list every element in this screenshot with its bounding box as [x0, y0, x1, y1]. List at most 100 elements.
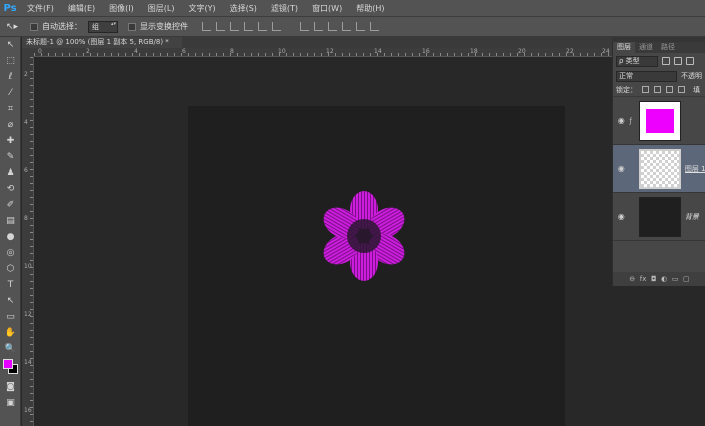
align-vcenter-icon[interactable] — [216, 22, 225, 31]
layer-filter-dropdown[interactable]: ρ 类型 — [616, 55, 658, 67]
layer-thumbnail — [638, 148, 681, 189]
lock-transparency-icon[interactable] — [642, 86, 649, 93]
menu-file[interactable]: 文件(F) — [20, 3, 61, 14]
menu-layer[interactable]: 图层(L) — [141, 3, 182, 14]
path-select-tool-icon[interactable]: ↖ — [0, 293, 21, 309]
document-tab[interactable]: 未标题-1 @ 100% (图层 1 副本 5, RGB/8) * — [22, 37, 182, 48]
zoom-tool-icon[interactable]: 🔍 — [0, 341, 21, 357]
align-bottom-icon[interactable] — [230, 22, 239, 31]
eraser-tool-icon[interactable]: ✐ — [0, 197, 21, 213]
menu-help[interactable]: 帮助(H) — [349, 3, 391, 14]
tools-panel: ↖ ⬚ ℓ ⁄ ⌗ ⌀ ✚ ✎ ♟ ⟲ ✐ ▤ ● ◎ ⬡ T ↖ ▭ ✋ 🔍 … — [0, 37, 21, 426]
menu-filter[interactable]: 滤镜(T) — [264, 3, 305, 14]
type-tool-icon[interactable]: T — [0, 277, 21, 293]
layer-name[interactable]: 背景 — [685, 212, 705, 222]
crop-tool-icon[interactable]: ⌗ — [0, 101, 21, 117]
layer-thumbnail — [638, 196, 681, 237]
mask-icon[interactable]: ◘ — [651, 275, 657, 283]
menu-type[interactable]: 文字(Y) — [181, 3, 222, 14]
menu-select[interactable]: 选择(S) — [223, 3, 264, 14]
menu-image[interactable]: 图像(I) — [102, 3, 141, 14]
healing-brush-tool-icon[interactable]: ✚ — [0, 133, 21, 149]
filter-pixel-icon[interactable] — [662, 57, 670, 65]
ruler-left-ticks — [30, 57, 33, 426]
eyedropper-tool-icon[interactable]: ⌀ — [0, 117, 21, 133]
lock-label: 锁定： — [616, 85, 637, 94]
align-right-icon[interactable] — [272, 22, 281, 31]
visibility-eye-icon[interactable]: ◉ — [613, 116, 629, 125]
lock-pixels-icon[interactable] — [654, 86, 661, 93]
blend-row: 正常 不透明 — [613, 69, 705, 83]
menu-bar: Ps 文件(F) 编辑(E) 图像(I) 图层(L) 文字(Y) 选择(S) 滤… — [0, 0, 705, 17]
foreground-color-swatch[interactable] — [3, 359, 13, 369]
gradient-tool-icon[interactable]: ▤ — [0, 213, 21, 229]
ruler-left-label: 8 — [24, 215, 28, 222]
distribute-hcenter-icon[interactable] — [356, 22, 365, 31]
clip-link-icon: ƒ — [629, 116, 632, 125]
screen-mode-icon[interactable]: ▣ — [0, 395, 21, 411]
align-left-icon[interactable] — [244, 22, 253, 31]
show-transform-checkbox[interactable] — [128, 22, 136, 31]
distribute-bottom-icon[interactable] — [328, 22, 337, 31]
show-transform-label: 显示变换控件 — [140, 22, 188, 31]
quick-select-tool-icon[interactable]: ⁄ — [0, 85, 21, 101]
clone-stamp-tool-icon[interactable]: ♟ — [0, 165, 21, 181]
menu-window[interactable]: 窗口(W) — [305, 3, 349, 14]
blur-tool-icon[interactable]: ● — [0, 229, 21, 245]
layer-row[interactable]: ◉ ƒ — [613, 97, 705, 145]
new-layer-icon[interactable]: ▢ — [683, 275, 690, 283]
align-top-icon[interactable] — [202, 22, 211, 31]
filter-type-icon[interactable] — [686, 57, 694, 65]
lasso-tool-icon[interactable]: ℓ — [0, 69, 21, 85]
move-tool-icon[interactable]: ↖ — [0, 37, 21, 53]
distribute-top-icon[interactable] — [300, 22, 309, 31]
link-icon[interactable]: ⊖ — [629, 275, 635, 283]
visibility-eye-icon[interactable]: ◉ — [613, 212, 629, 221]
move-tool-preset-icon[interactable]: ↖▸ — [0, 22, 24, 32]
fill-label: 填 — [693, 85, 700, 94]
align-hcenter-icon[interactable] — [258, 22, 267, 31]
distribute-vcenter-icon[interactable] — [314, 22, 323, 31]
distribute-right-icon[interactable] — [370, 22, 379, 31]
layers-panel-footer: ⊖ fx ◘ ◐ ▭ ▢ — [613, 272, 705, 286]
photoshop-logo: Ps — [3, 2, 17, 14]
options-bar: ↖▸ 自动选择： 组 显示变换控件 — [0, 17, 705, 37]
flower-artwork — [323, 191, 405, 281]
ruler-left-label: 4 — [24, 119, 28, 126]
pen-tool-icon[interactable]: ⬡ — [0, 261, 21, 277]
hand-tool-icon[interactable]: ✋ — [0, 325, 21, 341]
fx-icon[interactable]: fx — [640, 275, 647, 283]
auto-select-label: 自动选择： — [42, 22, 82, 31]
lock-row: 锁定： 填 — [613, 83, 705, 97]
ruler-horizontal: 0 2 4 6 8 10 12 14 16 18 20 22 24 — [34, 48, 612, 57]
brush-tool-icon[interactable]: ✎ — [0, 149, 21, 165]
lock-position-icon[interactable] — [666, 86, 673, 93]
shape-tool-icon[interactable]: ▭ — [0, 309, 21, 325]
lock-all-icon[interactable] — [678, 86, 685, 93]
quick-mask-icon[interactable]: ◙ — [0, 379, 21, 395]
flower-group — [323, 191, 405, 281]
document-canvas[interactable] — [188, 106, 565, 426]
flower-center — [347, 219, 381, 253]
marquee-tool-icon[interactable]: ⬚ — [0, 53, 21, 69]
visibility-eye-icon[interactable]: ◉ — [613, 164, 629, 173]
distribute-left-icon[interactable] — [342, 22, 351, 31]
tab-paths[interactable]: 路径 — [657, 42, 679, 53]
layer-name[interactable]: 图层 1 — [685, 164, 705, 174]
layer-row-selected[interactable]: ◉ 图层 1 — [613, 145, 705, 193]
ruler-left-label: 2 — [24, 71, 28, 78]
adjustment-icon[interactable]: ◐ — [661, 275, 667, 283]
layer-row-background[interactable]: ◉ 背景 — [613, 193, 705, 241]
folder-icon[interactable]: ▭ — [672, 275, 679, 283]
menu-edit[interactable]: 编辑(E) — [61, 3, 102, 14]
dodge-tool-icon[interactable]: ◎ — [0, 245, 21, 261]
blend-mode-dropdown[interactable]: 正常 — [616, 70, 677, 82]
align-gap — [286, 22, 295, 31]
filter-adjust-icon[interactable] — [674, 57, 682, 65]
tab-layers[interactable]: 图层 — [613, 42, 635, 53]
auto-select-dropdown[interactable]: 组 — [88, 20, 118, 33]
history-brush-tool-icon[interactable]: ⟲ — [0, 181, 21, 197]
auto-select-checkbox[interactable] — [30, 22, 38, 31]
align-buttons — [202, 22, 379, 31]
tab-channels[interactable]: 通道 — [635, 42, 657, 53]
